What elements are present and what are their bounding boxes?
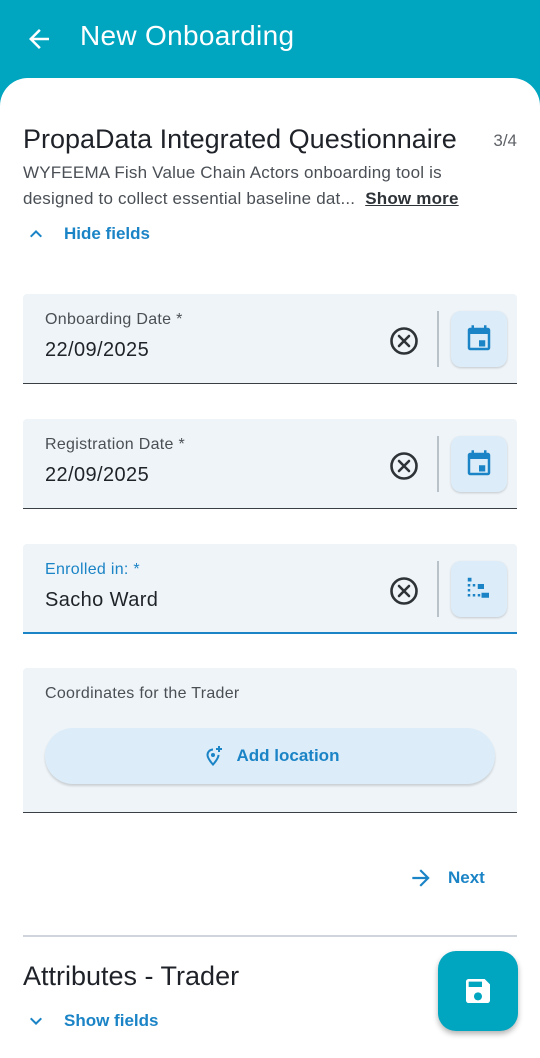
chevron-up-icon [30, 230, 42, 238]
show-more-link[interactable]: Show more [365, 189, 458, 208]
enrolled-in-field[interactable]: Enrolled in: * Sacho Ward [23, 544, 517, 634]
section-divider [23, 935, 517, 937]
add-location-button[interactable]: Add location [45, 728, 495, 784]
calendar-icon [467, 325, 491, 351]
divider [437, 311, 439, 367]
next-button[interactable]: Next [408, 865, 485, 891]
chevron-down-icon [30, 1017, 42, 1025]
save-button[interactable] [438, 951, 518, 1031]
field-label: Enrolled in: * [45, 561, 140, 578]
back-button[interactable] [20, 22, 58, 56]
divider [437, 561, 439, 617]
org-unit-button[interactable] [451, 561, 507, 617]
form-sheet: PropaData Integrated Questionnaire 3/4 W… [0, 78, 540, 1058]
org-tree-icon [467, 577, 489, 598]
arrow-back-icon [29, 29, 49, 49]
calendar-button[interactable] [451, 436, 507, 492]
section-title: PropaData Integrated Questionnaire [23, 124, 457, 154]
field-label: Onboarding Date * [45, 311, 183, 328]
coordinates-label: Coordinates for the Trader [45, 685, 240, 702]
calendar-button[interactable] [451, 311, 507, 367]
field-value[interactable]: Sacho Ward [45, 589, 158, 612]
calendar-icon [467, 450, 491, 476]
page-counter: 3/4 [493, 131, 517, 150]
show-fields-toggle[interactable]: Show fields [24, 1009, 158, 1033]
field-value[interactable]: 22/09/2025 [45, 464, 149, 487]
clear-icon[interactable] [388, 325, 420, 357]
onboarding-date-field[interactable]: Onboarding Date * 22/09/2025 [23, 294, 517, 384]
hide-fields-label: Hide fields [64, 224, 150, 243]
add-location-icon [206, 746, 222, 766]
hide-fields-toggle[interactable]: Hide fields [24, 222, 150, 246]
section-description: WYFEEMA Fish Value Chain Actors onboardi… [23, 160, 493, 212]
page-title: New Onboarding [80, 20, 295, 51]
app-bar: New Onboarding [0, 0, 540, 78]
divider [437, 436, 439, 492]
save-icon [466, 979, 490, 1003]
show-fields-label: Show fields [64, 1011, 159, 1030]
coordinates-field: Coordinates for the Trader Add location [23, 668, 517, 813]
field-label: Registration Date * [45, 436, 185, 453]
clear-icon[interactable] [388, 575, 420, 607]
next-label: Next [448, 868, 485, 887]
arrow-forward-icon [412, 869, 430, 887]
clear-icon[interactable] [388, 450, 420, 482]
add-location-label: Add location [236, 746, 340, 765]
field-value[interactable]: 22/09/2025 [45, 339, 149, 362]
attributes-title: Attributes - Trader [23, 961, 240, 991]
registration-date-field[interactable]: Registration Date * 22/09/2025 [23, 419, 517, 509]
